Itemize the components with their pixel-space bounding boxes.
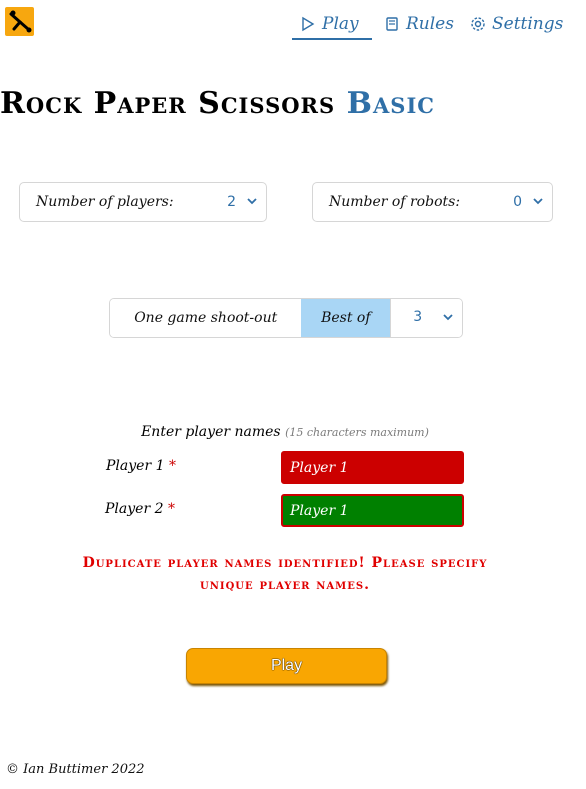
scissors-logo-icon bbox=[9, 10, 32, 33]
required-marker: * bbox=[168, 458, 176, 474]
players-select[interactable]: Number of players: 2 bbox=[19, 182, 267, 222]
nav-play-label: Play bbox=[322, 14, 359, 34]
app-logo[interactable] bbox=[5, 7, 34, 36]
player-2-label-text: Player 2 bbox=[105, 501, 164, 517]
chevron-down-icon bbox=[443, 314, 453, 321]
player-1-label-text: Player 1 bbox=[106, 458, 165, 474]
nav-settings[interactable]: Settings bbox=[470, 10, 563, 38]
names-heading-text: Enter player names bbox=[141, 424, 281, 440]
player-1-label: Player 1 * bbox=[106, 458, 176, 474]
nav-rules[interactable]: Rules bbox=[384, 10, 454, 38]
nav-settings-label: Settings bbox=[492, 14, 564, 34]
player-2-name-input[interactable]: Player 1 bbox=[281, 494, 464, 527]
nav-active-indicator bbox=[292, 38, 372, 40]
player-1-name-input[interactable]: Player 1 bbox=[281, 451, 464, 484]
nav-play[interactable]: Play bbox=[300, 10, 359, 38]
players-select-label: Number of players: bbox=[36, 194, 174, 210]
robots-select[interactable]: Number of robots: 0 bbox=[312, 182, 553, 222]
footer-copyright: © Ian Buttimer 2022 bbox=[6, 762, 145, 777]
chevron-down-icon bbox=[247, 198, 257, 205]
best-of-select[interactable]: 3 bbox=[390, 299, 462, 337]
required-marker: * bbox=[167, 501, 175, 517]
shootout-button[interactable]: One game shoot-out bbox=[110, 299, 302, 337]
nav-rules-label: Rules bbox=[406, 14, 454, 34]
game-mode-group: One game shoot-out Best of 3 bbox=[109, 298, 463, 338]
duplicate-names-error: Duplicate player names identified! Pleas… bbox=[0, 552, 570, 596]
player-2-label: Player 2 * bbox=[105, 501, 175, 517]
title-main: Rock Paper Scissors bbox=[0, 86, 336, 121]
page-title: Rock Paper Scissors Basic bbox=[0, 86, 586, 121]
error-line-1: Duplicate player names identified! Pleas… bbox=[82, 555, 488, 571]
title-variant: Basic bbox=[346, 86, 435, 121]
names-hint: (15 characters maximum) bbox=[285, 426, 429, 439]
play-button[interactable]: Play bbox=[186, 648, 387, 684]
robots-select-value: 0 bbox=[513, 194, 522, 210]
players-select-value: 2 bbox=[227, 194, 236, 210]
error-line-2: unique player names. bbox=[200, 577, 370, 593]
play-icon bbox=[302, 16, 315, 32]
names-heading: Enter player names (15 characters maximu… bbox=[0, 424, 570, 440]
gear-icon bbox=[471, 17, 485, 31]
best-of-button[interactable]: Best of bbox=[301, 299, 391, 337]
book-icon bbox=[386, 17, 398, 31]
robots-select-label: Number of robots: bbox=[329, 194, 461, 210]
chevron-down-icon bbox=[533, 198, 543, 205]
best-of-value: 3 bbox=[413, 309, 423, 325]
